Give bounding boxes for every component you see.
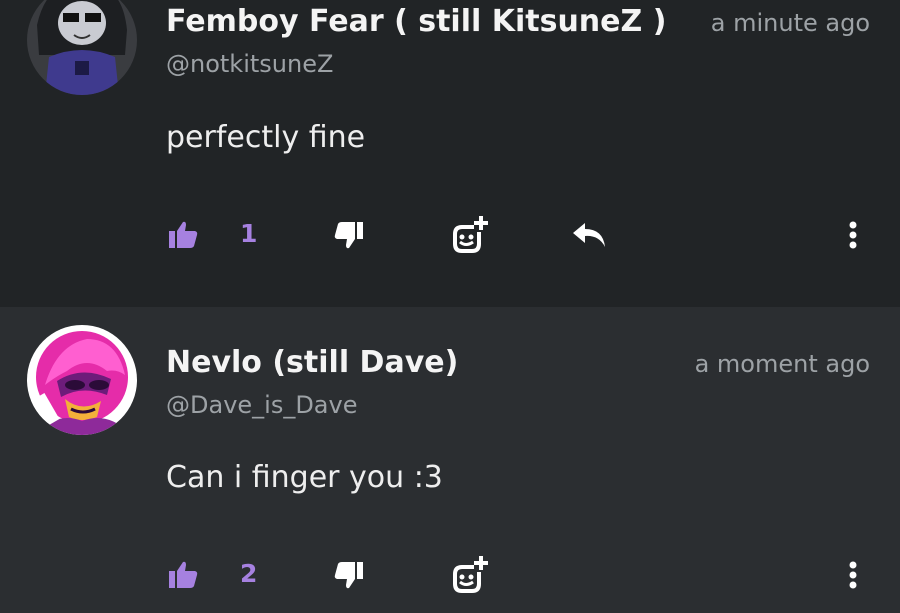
thumbs-up-icon[interactable] — [166, 557, 200, 593]
comment-text: Can i finger you :3 — [166, 460, 443, 495]
avatar[interactable] — [27, 325, 137, 435]
add-reaction-icon[interactable] — [450, 215, 490, 255]
avatar[interactable] — [27, 0, 137, 95]
more-vertical-icon[interactable] — [843, 217, 863, 253]
comment-text: perfectly fine — [166, 120, 366, 155]
like-count: 2 — [240, 559, 258, 588]
comment-actions: 2 — [0, 555, 900, 595]
like-count: 1 — [240, 219, 258, 248]
thumbs-down-icon[interactable] — [332, 217, 366, 253]
add-reaction-icon[interactable] — [450, 555, 490, 595]
more-vertical-icon[interactable] — [843, 557, 863, 593]
thumbs-up-icon[interactable] — [166, 217, 200, 253]
comment-actions: 1 — [0, 215, 900, 255]
reply-icon[interactable] — [570, 218, 608, 252]
comment-card: Nevlo (still Dave) @Dave_is_Dave a momen… — [0, 307, 900, 613]
comment-author[interactable]: Femboy Fear ( still KitsuneZ ) — [166, 4, 666, 39]
comment-timestamp: a moment ago — [694, 350, 870, 378]
comment-card: Femboy Fear ( still KitsuneZ ) @notkitsu… — [0, 0, 900, 307]
comment-handle[interactable]: @Dave_is_Dave — [166, 391, 357, 419]
comment-timestamp: a minute ago — [710, 9, 870, 37]
comment-handle[interactable]: @notkitsuneZ — [166, 50, 333, 78]
thumbs-down-icon[interactable] — [332, 557, 366, 593]
comment-author[interactable]: Nevlo (still Dave) — [166, 345, 458, 380]
